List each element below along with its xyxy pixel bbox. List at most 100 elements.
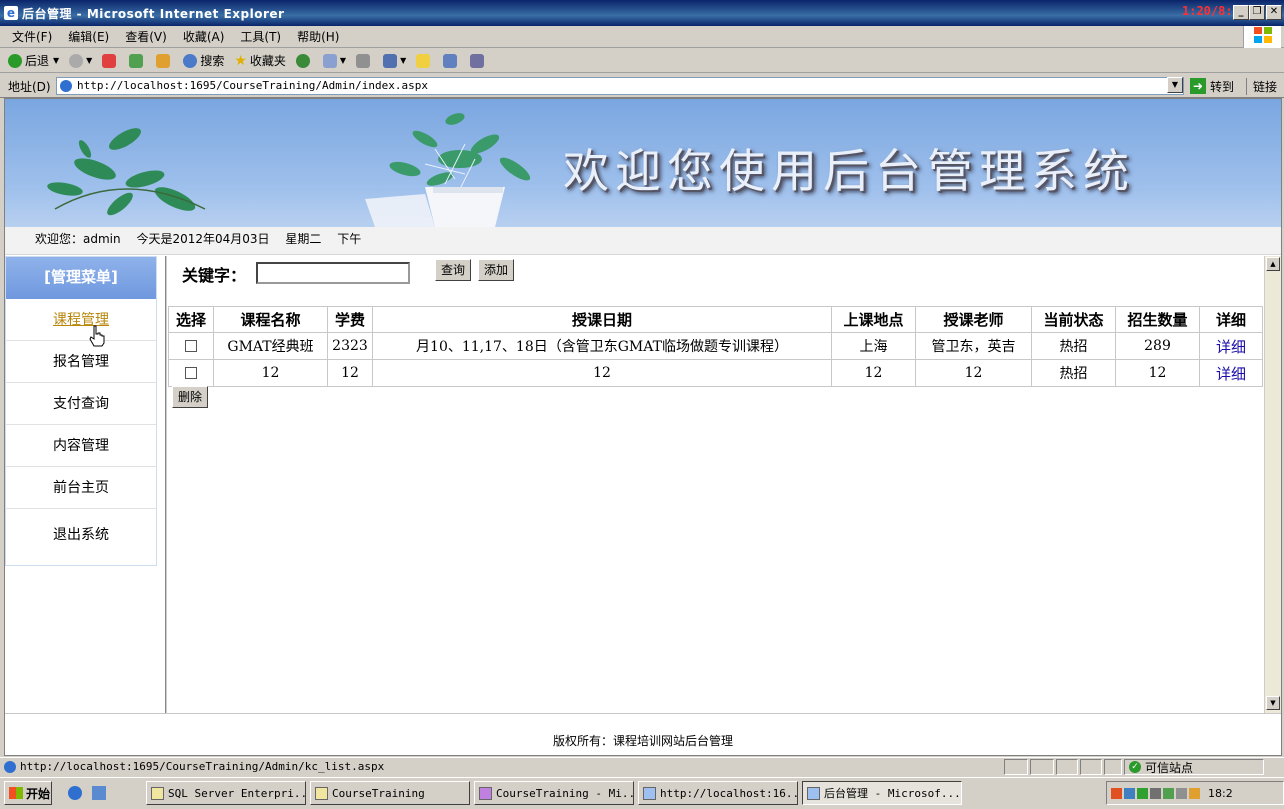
column-header-teacher: 授课老师	[915, 306, 1032, 333]
browser-viewport: 欢迎您使用后台管理系统 欢迎您：admin 今天是2012年04月03日 星期二…	[4, 98, 1282, 756]
sidebar-item-payment-query[interactable]: 支付查询	[6, 383, 156, 425]
tray-sql-icon[interactable]	[1163, 787, 1174, 799]
task-localhost-ie[interactable]: http://localhost:16...	[638, 781, 798, 805]
address-input[interactable]: http://localhost:1695/CourseTraining/Adm…	[56, 77, 1184, 95]
add-button[interactable]: 添加	[478, 259, 515, 281]
welcome-bar: 欢迎您：admin 今天是2012年04月03日 星期二 下午	[5, 227, 1281, 255]
task-coursetraining-folder[interactable]: CourseTraining	[310, 781, 470, 805]
menu-help[interactable]: 帮助(H)	[297, 28, 339, 45]
status-bar: http://localhost:1695/CourseTraining/Adm…	[0, 757, 1284, 776]
favorites-button[interactable]: ★ 收藏夹	[234, 52, 286, 69]
address-bar: 地址(D) http://localhost:1695/CourseTraini…	[0, 74, 1284, 98]
sidebar-header: [管理菜单]	[6, 257, 156, 299]
star-icon: ★	[234, 52, 247, 69]
search-icon	[183, 53, 198, 68]
messenger-icon	[443, 53, 458, 68]
frame-divider[interactable]	[165, 256, 167, 714]
forward-arrow-icon	[69, 53, 84, 68]
column-header-fee: 学费	[327, 306, 373, 333]
fee-cell: 12	[327, 359, 373, 387]
tray-clock[interactable]: 18:2	[1208, 787, 1233, 800]
banner-title: 欢迎您使用后台管理系统	[563, 144, 1135, 198]
content-scrollbar[interactable]: ▲ ▼	[1264, 256, 1281, 714]
row-checkbox[interactable]	[185, 340, 197, 352]
task-admin-ie[interactable]: 后台管理 - Microsof...	[802, 781, 962, 805]
task-coursetraining-vs[interactable]: CourseTraining - Mi...	[474, 781, 634, 805]
column-header-detail: 详细	[1199, 306, 1263, 333]
print-button[interactable]	[356, 53, 373, 68]
scroll-up-icon[interactable]: ▲	[1266, 257, 1280, 271]
status-panel	[1030, 759, 1054, 775]
home-button[interactable]	[156, 53, 173, 68]
close-button[interactable]: ✕	[1266, 5, 1282, 20]
delete-button[interactable]: 删除	[172, 386, 209, 408]
welcome-ampm: 下午	[337, 232, 362, 246]
discuss-button[interactable]	[416, 53, 433, 68]
stop-button[interactable]	[102, 53, 119, 68]
quicklaunch-ie-icon[interactable]	[68, 786, 82, 800]
date-cell: 12	[372, 359, 832, 387]
edit-button[interactable]: ▼	[383, 53, 406, 68]
copyright-text: 版权所有：课程培训网站后台管理	[553, 734, 734, 748]
tray-network-icon[interactable]	[1124, 787, 1135, 799]
select-cell	[168, 359, 214, 387]
course-table: 选择 课程名称 学费 授课日期 上课地点 授课老师 当前状态 招生数量 详细 G…	[168, 306, 1263, 387]
research-button[interactable]	[470, 53, 487, 68]
restore-button[interactable]: ❐	[1249, 5, 1265, 20]
mail-button[interactable]: ▼	[322, 53, 347, 68]
chevron-down-icon: ▼	[53, 56, 60, 65]
messenger-button[interactable]	[443, 53, 460, 68]
menu-view[interactable]: 查看(V)	[125, 28, 167, 45]
menu-tools[interactable]: 工具(T)	[240, 28, 281, 45]
taskbar: 开始 SQL Server Enterpri... CourseTraining…	[0, 777, 1284, 809]
content-frame: 关键字： 查询 添加 选择 课程名称 学费 授课日期 上课地点 授课老师 当前状…	[168, 256, 1264, 714]
menu-file[interactable]: 文件(F)	[12, 28, 52, 45]
detail-link[interactable]: 详细	[1216, 365, 1246, 383]
menu-edit[interactable]: 编辑(E)	[68, 28, 109, 45]
column-header-date: 授课日期	[372, 306, 832, 333]
research-icon	[470, 53, 485, 68]
scroll-down-icon[interactable]: ▼	[1266, 696, 1280, 710]
place-cell: 12	[831, 359, 916, 387]
address-dropdown-button[interactable]: ▼	[1167, 77, 1183, 93]
address-label: 地址(D)	[8, 80, 51, 94]
count-cell: 12	[1115, 359, 1200, 387]
tray-monitor-icon[interactable]	[1137, 787, 1148, 799]
column-header-count: 招生数量	[1115, 306, 1200, 333]
go-button[interactable]: ➜ 转到	[1190, 77, 1234, 95]
tray-volume-icon[interactable]	[1150, 787, 1161, 799]
query-button[interactable]: 查询	[435, 259, 472, 281]
sidebar-item-front-homepage[interactable]: 前台主页	[6, 467, 156, 509]
quicklaunch-desktop-icon[interactable]	[92, 786, 106, 800]
links-button[interactable]: 链接	[1246, 78, 1277, 95]
visual-studio-icon	[479, 786, 492, 800]
edit-icon	[383, 53, 398, 68]
task-sql-server[interactable]: SQL Server Enterpri...	[146, 781, 306, 805]
header-banner: 欢迎您使用后台管理系统	[5, 99, 1281, 227]
forward-button[interactable]: ▼	[69, 53, 92, 68]
column-header-place: 上课地点	[831, 306, 916, 333]
history-icon	[295, 53, 310, 68]
sidebar-item-logout[interactable]: 退出系统	[6, 509, 156, 565]
search-button[interactable]: 搜索	[183, 52, 224, 69]
minimize-button[interactable]: _	[1233, 5, 1249, 20]
sidebar-item-content-management[interactable]: 内容管理	[6, 425, 156, 467]
back-button[interactable]: 后退 ▼	[8, 52, 59, 69]
row-checkbox[interactable]	[185, 367, 197, 379]
stop-icon	[102, 53, 117, 68]
sidebar-item-course-management[interactable]: 课程管理	[6, 299, 156, 341]
refresh-icon	[129, 53, 144, 68]
refresh-button[interactable]	[129, 53, 146, 68]
tray-security-icon[interactable]	[1189, 787, 1200, 799]
detail-link[interactable]: 详细	[1216, 338, 1246, 356]
window-titlebar[interactable]: e 后台管理 - Microsoft Internet Explorer 1:2…	[0, 0, 1284, 26]
page-icon	[4, 760, 16, 773]
sidebar-item-registration-management[interactable]: 报名管理	[6, 341, 156, 383]
chevron-down-icon: ▼	[339, 56, 347, 65]
history-button[interactable]	[295, 53, 313, 68]
start-button[interactable]: 开始	[4, 781, 52, 805]
keyword-input[interactable]	[256, 262, 410, 284]
tray-s-icon[interactable]	[1111, 787, 1122, 799]
menu-favorites[interactable]: 收藏(A)	[183, 28, 225, 45]
tray-device-icon[interactable]	[1176, 787, 1187, 799]
